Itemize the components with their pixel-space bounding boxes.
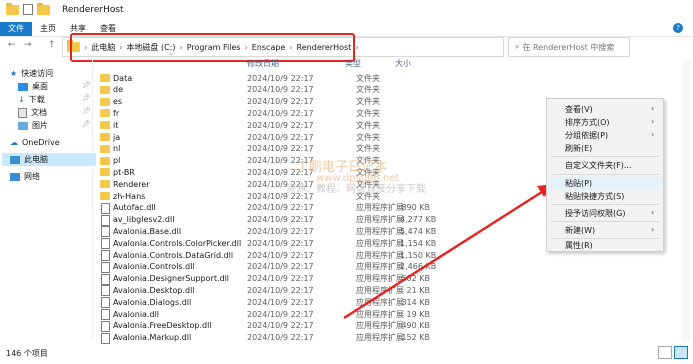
- submenu-arrow-icon: ›: [651, 117, 655, 126]
- large-icons-view-button[interactable]: [674, 346, 688, 359]
- menu-separator: [551, 156, 659, 157]
- vertical-scrollbar[interactable]: [683, 60, 691, 342]
- menu-item-properties[interactable]: 属性(R): [565, 240, 593, 251]
- menu-separator: [551, 221, 659, 222]
- details-view-button[interactable]: [658, 346, 672, 359]
- menu-item-label: 授予访问权限(G): [565, 209, 626, 218]
- menu-item-label: 查看(V): [565, 105, 593, 114]
- submenu-arrow-icon: ›: [651, 225, 655, 234]
- menu-separator: [551, 204, 659, 205]
- context-menu: 查看(V) › 排序方式(O) › 分组依据(P) › 刷新(E) 自定义文件夹…: [546, 98, 664, 252]
- menu-item-view[interactable]: 查看(V) ›: [565, 104, 654, 115]
- menu-item-grant-access[interactable]: 授予访问权限(G) ›: [565, 208, 654, 219]
- menu-item-customize[interactable]: 自定义文件夹(F)...: [565, 160, 631, 171]
- menu-item-label: 分组依据(P): [565, 131, 609, 140]
- menu-item-group[interactable]: 分组依据(P) ›: [565, 130, 654, 141]
- menu-item-label: 新建(W): [565, 226, 596, 235]
- menu-item-new[interactable]: 新建(W) ›: [565, 225, 654, 236]
- menu-item-paste[interactable]: 粘贴(P): [565, 178, 592, 189]
- menu-item-sort[interactable]: 排序方式(O) ›: [565, 117, 654, 128]
- menu-separator: [551, 174, 659, 175]
- menu-item-refresh[interactable]: 刷新(E): [565, 143, 592, 154]
- menu-separator: [551, 238, 659, 239]
- menu-item-label: 排序方式(O): [565, 118, 610, 127]
- menu-item-paste-shortcut[interactable]: 粘贴快捷方式(S): [565, 191, 624, 202]
- submenu-arrow-icon: ›: [651, 208, 655, 217]
- status-bar: 146 个项目: [0, 344, 693, 364]
- submenu-arrow-icon: ›: [651, 130, 655, 139]
- submenu-arrow-icon: ›: [651, 104, 655, 113]
- item-count: 146 个项目: [6, 349, 48, 358]
